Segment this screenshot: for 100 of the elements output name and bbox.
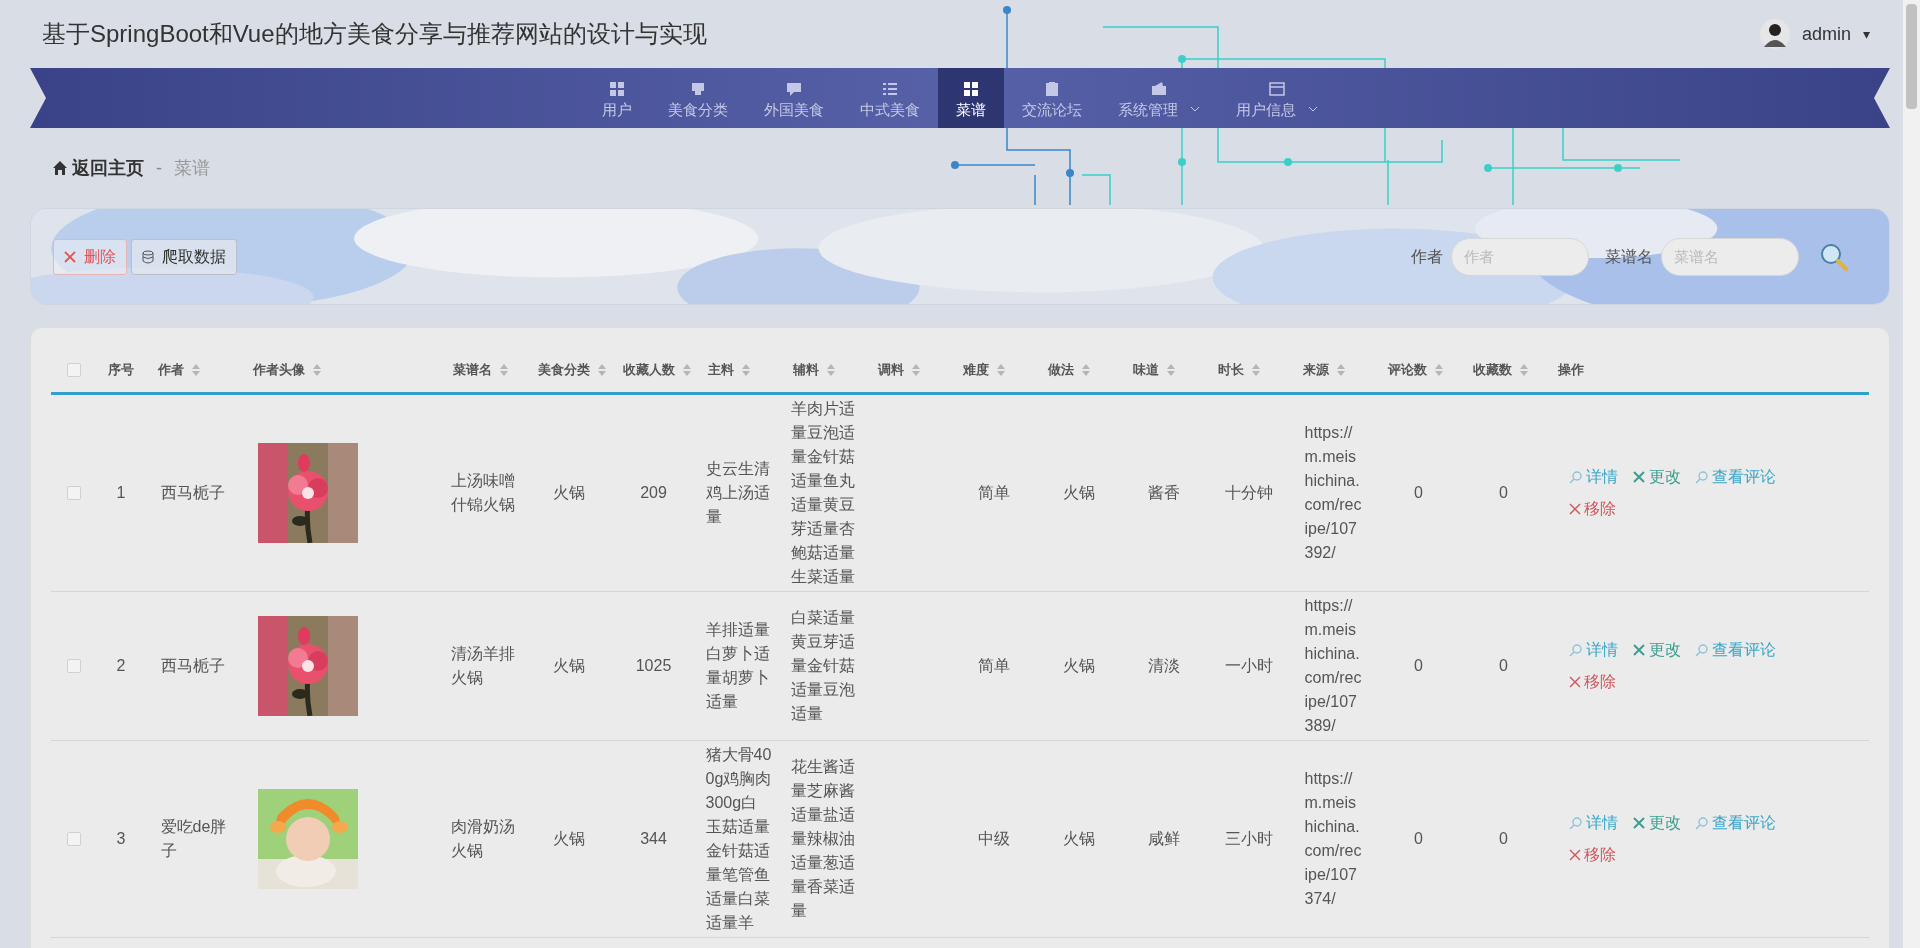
sort-icon[interactable] xyxy=(598,364,606,376)
sort-icon[interactable] xyxy=(742,364,750,376)
home-icon xyxy=(52,160,68,176)
nav-tab[interactable]: 系统管理 xyxy=(1100,68,1218,128)
crawl-button[interactable]: 爬取数据 xyxy=(131,238,237,275)
search-icon xyxy=(1695,470,1709,484)
sort-icon[interactable] xyxy=(1252,364,1260,376)
scrollbar[interactable] xyxy=(1903,0,1920,948)
table-cell-text: 火锅 xyxy=(1062,483,1095,503)
checkbox[interactable] xyxy=(66,832,81,846)
column-header: 作者 xyxy=(158,361,184,380)
comments-link[interactable]: 查看评论 xyxy=(1695,638,1776,662)
table-cell-text: 0 xyxy=(1414,656,1423,676)
column-header: 序号 xyxy=(108,361,134,380)
grid-icon xyxy=(962,79,980,98)
column-header: 辅料 xyxy=(793,361,819,380)
table-cell-text: 中级 xyxy=(977,829,1010,849)
column-header: 难度 xyxy=(963,361,989,380)
table-cell-text: 十分钟 xyxy=(1224,483,1273,503)
table-cell-text: 羊排适量白萝卜适量胡萝卜适量 xyxy=(705,620,771,712)
sort-icon[interactable] xyxy=(313,364,321,376)
sort-icon[interactable] xyxy=(912,364,920,376)
table-cell-text: 简单 xyxy=(977,483,1010,503)
table-cell-text: 209 xyxy=(640,483,667,503)
detail-link[interactable]: 详情 xyxy=(1569,638,1618,662)
detail-link[interactable]: 详情 xyxy=(1569,465,1618,489)
checkbox[interactable] xyxy=(66,363,81,377)
window-icon xyxy=(1268,79,1286,98)
table-cell-text: 清汤羊排火锅 xyxy=(450,644,516,688)
comments-link[interactable]: 查看评论 xyxy=(1695,465,1776,489)
edit-link[interactable]: 更改 xyxy=(1632,638,1681,662)
breadcrumb-current: 菜谱 xyxy=(174,156,210,180)
comments-link[interactable]: 查看评论 xyxy=(1695,811,1776,835)
remove-link[interactable]: 移除 xyxy=(1569,497,1616,521)
table-cell-text: https://m.meishichina.com/recipe/107389/ xyxy=(1304,596,1363,736)
column-header: 作者头像 xyxy=(253,361,305,380)
breadcrumb-separator: - xyxy=(155,156,163,180)
remove-link[interactable]: 移除 xyxy=(1569,670,1616,694)
nav-tab[interactable]: 菜谱 xyxy=(938,68,1004,128)
avatar-icon xyxy=(1759,19,1790,49)
table-cell-text: 火锅 xyxy=(1062,656,1095,676)
table-cell-text: 一小时 xyxy=(1224,656,1273,676)
nav-tab[interactable]: 美食分类 xyxy=(650,68,746,128)
nav-tab[interactable]: 用户 xyxy=(584,68,650,128)
nav-tab[interactable]: 外国美食 xyxy=(746,68,842,128)
column-header: 收藏人数 xyxy=(623,361,675,380)
column-header: 时长 xyxy=(1218,361,1244,380)
table-cell-text: 0 xyxy=(1499,829,1508,849)
sort-icon[interactable] xyxy=(997,364,1005,376)
table-cell-text: 1 xyxy=(116,483,126,503)
close-icon xyxy=(1569,503,1581,515)
database-icon xyxy=(142,249,154,264)
table-cell-text: 三小时 xyxy=(1224,829,1273,849)
column-header: 来源 xyxy=(1303,361,1329,380)
user-menu[interactable]: admin ▾ xyxy=(1759,19,1870,49)
sort-icon[interactable] xyxy=(827,364,835,376)
search-icon xyxy=(1695,816,1709,830)
table-cell-text: 羊肉片适量豆泡适量金针菇适量鱼丸适量黄豆芽适量杏鲍菇适量生菜适量 xyxy=(790,399,856,587)
checkbox[interactable] xyxy=(66,486,81,500)
nav-tab[interactable]: 中式美食 xyxy=(842,68,938,128)
close-icon xyxy=(1569,676,1581,688)
table-cell-text: 简单 xyxy=(977,656,1010,676)
clipboard-icon xyxy=(1043,79,1061,98)
table-cell-text: 0 xyxy=(1414,483,1423,503)
column-header: 评论数 xyxy=(1388,361,1427,380)
sort-icon[interactable] xyxy=(1337,364,1345,376)
search-icon[interactable] xyxy=(1819,241,1849,272)
table-cell-text: 西马栀子 xyxy=(160,656,226,676)
delete-button[interactable]: 删除 xyxy=(53,238,127,275)
table-cell-text: 2 xyxy=(116,656,126,676)
search-icon xyxy=(1569,643,1583,657)
table-cell-text: 爱吃de胖子 xyxy=(160,817,227,861)
sort-icon[interactable] xyxy=(1435,364,1443,376)
search-icon xyxy=(1569,816,1583,830)
table-cell-text: 酱香 xyxy=(1147,483,1180,503)
column-header: 菜谱名 xyxy=(453,361,492,380)
edit-link[interactable]: 更改 xyxy=(1632,465,1681,489)
table-cell-text: 花生酱适量芝麻酱适量盐适量辣椒油适量葱适量香菜适量 xyxy=(790,757,856,921)
sort-icon[interactable] xyxy=(1520,364,1528,376)
nav-tab[interactable]: 交流论坛 xyxy=(1004,68,1100,128)
column-header: 调料 xyxy=(878,361,904,380)
search-icon xyxy=(1569,470,1583,484)
sort-icon[interactable] xyxy=(1082,364,1090,376)
home-link[interactable]: 返回主页 xyxy=(72,154,144,182)
table-cell-text: https://m.meishichina.com/recipe/107392/ xyxy=(1304,423,1363,563)
table-cell-text: https://m.meishichina.com/recipe/107374/ xyxy=(1304,769,1363,909)
remove-link[interactable]: 移除 xyxy=(1569,843,1616,867)
detail-link[interactable]: 详情 xyxy=(1569,811,1618,835)
filter-label: 菜谱名 xyxy=(1605,246,1653,267)
sort-icon[interactable] xyxy=(500,364,508,376)
edit-link[interactable]: 更改 xyxy=(1632,811,1681,835)
checkbox[interactable] xyxy=(66,659,81,673)
table-cell-text: 344 xyxy=(640,829,667,849)
filter-label: 作者 xyxy=(1411,246,1443,267)
sort-icon[interactable] xyxy=(192,364,200,376)
table-cell-text: 0 xyxy=(1499,656,1508,676)
sort-icon[interactable] xyxy=(683,364,691,376)
column-header: 收藏数 xyxy=(1473,361,1512,380)
nav-tab[interactable]: 用户信息 xyxy=(1218,68,1336,128)
sort-icon[interactable] xyxy=(1167,364,1175,376)
